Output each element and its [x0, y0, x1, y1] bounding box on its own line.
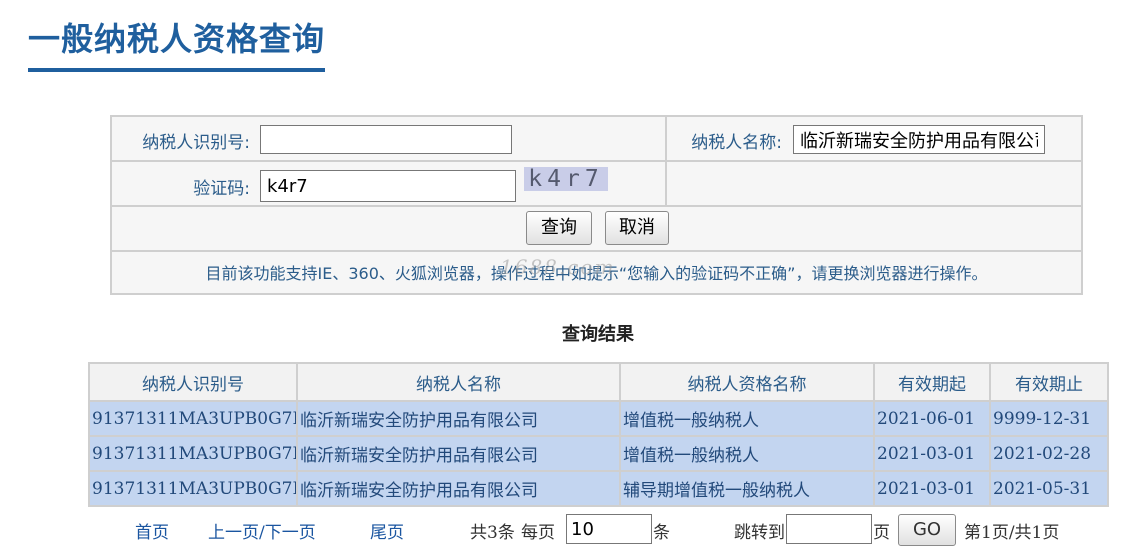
cell-taxpayer-name: 临沂新瑞安全防护用品有限公司: [296, 470, 621, 507]
column-header-qualification: 纳税人资格名称: [619, 362, 875, 402]
captcha-image[interactable]: k4r7: [524, 167, 608, 191]
first-page-link[interactable]: 首页: [135, 518, 169, 543]
cell-taxpayer-name: 临沂新瑞安全防护用品有限公司: [296, 400, 621, 437]
captcha-input[interactable]: [260, 170, 516, 202]
table-row: 91371311MA3UPB0G7H 临沂新瑞安全防护用品有限公司 辅导期增值税…: [88, 470, 1109, 507]
cell-valid-to: 2021-02-28: [989, 435, 1109, 472]
title-underline: [28, 68, 325, 72]
cell-qualification: 增值税一般纳税人: [619, 400, 875, 437]
table-header-row: 纳税人识别号 纳税人名称 纳税人资格名称 有效期起 有效期止: [88, 362, 1109, 402]
taxpayer-name-label: 纳税人名称:: [691, 133, 782, 153]
table-row: 91371311MA3UPB0G7H 临沂新瑞安全防护用品有限公司 增值税一般纳…: [88, 435, 1109, 472]
column-header-valid-from: 有效期起: [873, 362, 991, 402]
taxpayer-name-input[interactable]: [793, 125, 1045, 154]
pagination-bar: 首页 上一页/下一页 尾页 共3条 每页 条 跳转到 页 GO 第1页/共1页: [0, 512, 1133, 546]
taxpayer-id-label: 纳税人识别号:: [142, 133, 250, 153]
form-divider: [112, 160, 1081, 162]
results-title: 查询结果: [562, 324, 634, 345]
page-info: 第1页/共1页: [964, 523, 1060, 543]
cell-valid-to: 9999-12-31: [989, 400, 1109, 437]
query-button[interactable]: 查询: [526, 211, 592, 245]
last-page-link[interactable]: 尾页: [370, 518, 404, 543]
table-row: 91371311MA3UPB0G7H 临沂新瑞安全防护用品有限公司 增值税一般纳…: [88, 400, 1109, 437]
cell-valid-from: 2021-03-01: [873, 435, 991, 472]
prev-next-link[interactable]: 上一页/下一页: [208, 518, 316, 543]
watermark: 1688.com: [500, 255, 616, 279]
column-header-taxpayer-name: 纳税人名称: [296, 362, 621, 402]
jump-label: 跳转到: [734, 523, 785, 543]
go-button[interactable]: GO: [898, 514, 956, 546]
captcha-label: 验证码:: [193, 179, 250, 199]
cell-taxpayer-id: 91371311MA3UPB0G7H: [88, 435, 298, 472]
taxpayer-id-input[interactable]: [260, 125, 512, 154]
per-page-input[interactable]: [566, 514, 652, 544]
results-table: 纳税人识别号 纳税人名称 纳税人资格名称 有效期起 有效期止 91371311M…: [88, 362, 1109, 507]
cell-qualification: 增值税一般纳税人: [619, 435, 875, 472]
column-header-taxpayer-id: 纳税人识别号: [88, 362, 298, 402]
jump-page-input[interactable]: [786, 514, 872, 544]
cell-valid-from: 2021-06-01: [873, 400, 991, 437]
per-page-label: 每页: [521, 523, 555, 543]
page-unit: 页: [873, 523, 890, 543]
cell-taxpayer-id: 91371311MA3UPB0G7H: [88, 400, 298, 437]
form-divider: [665, 117, 667, 205]
cell-taxpayer-id: 91371311MA3UPB0G7H: [88, 470, 298, 507]
cell-qualification: 辅导期增值税一般纳税人: [619, 470, 875, 507]
page-title: 一般纳税人资格查询: [28, 20, 326, 58]
cell-valid-to: 2021-05-31: [989, 470, 1109, 507]
total-count: 共3条: [470, 523, 515, 543]
form-divider: [112, 205, 1081, 207]
cancel-button[interactable]: 取消: [605, 211, 669, 245]
per-page-unit: 条: [653, 523, 670, 543]
cell-taxpayer-name: 临沂新瑞安全防护用品有限公司: [296, 435, 621, 472]
column-header-valid-to: 有效期止: [989, 362, 1109, 402]
cell-valid-from: 2021-03-01: [873, 470, 991, 507]
